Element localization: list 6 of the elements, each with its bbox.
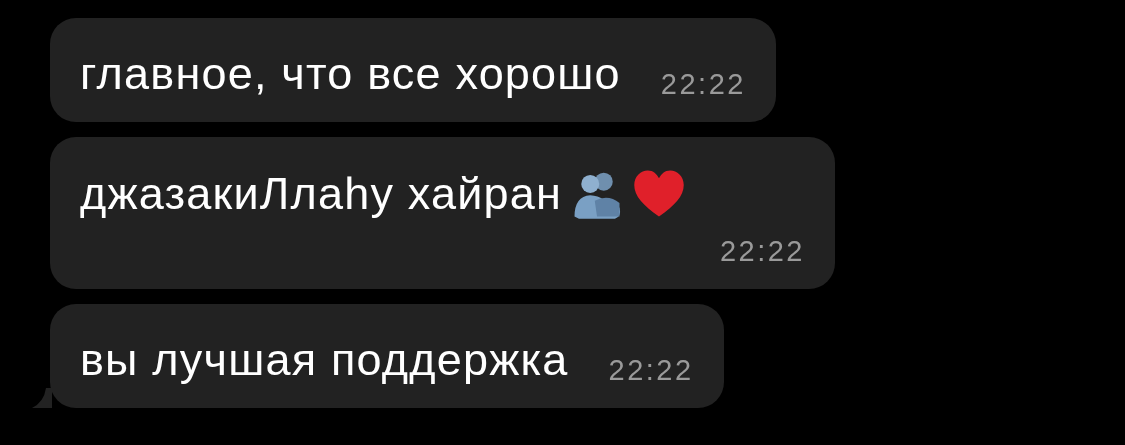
message-time: 22:22 <box>719 235 805 267</box>
message-time: 22:22 <box>608 354 694 386</box>
message-text: вы лучшая поддержка <box>80 334 569 386</box>
message-time: 22:22 <box>660 68 746 100</box>
message-text: главное, что все хорошо <box>80 48 621 100</box>
message-text: джазакиЛлаһу хайран <box>80 168 563 220</box>
